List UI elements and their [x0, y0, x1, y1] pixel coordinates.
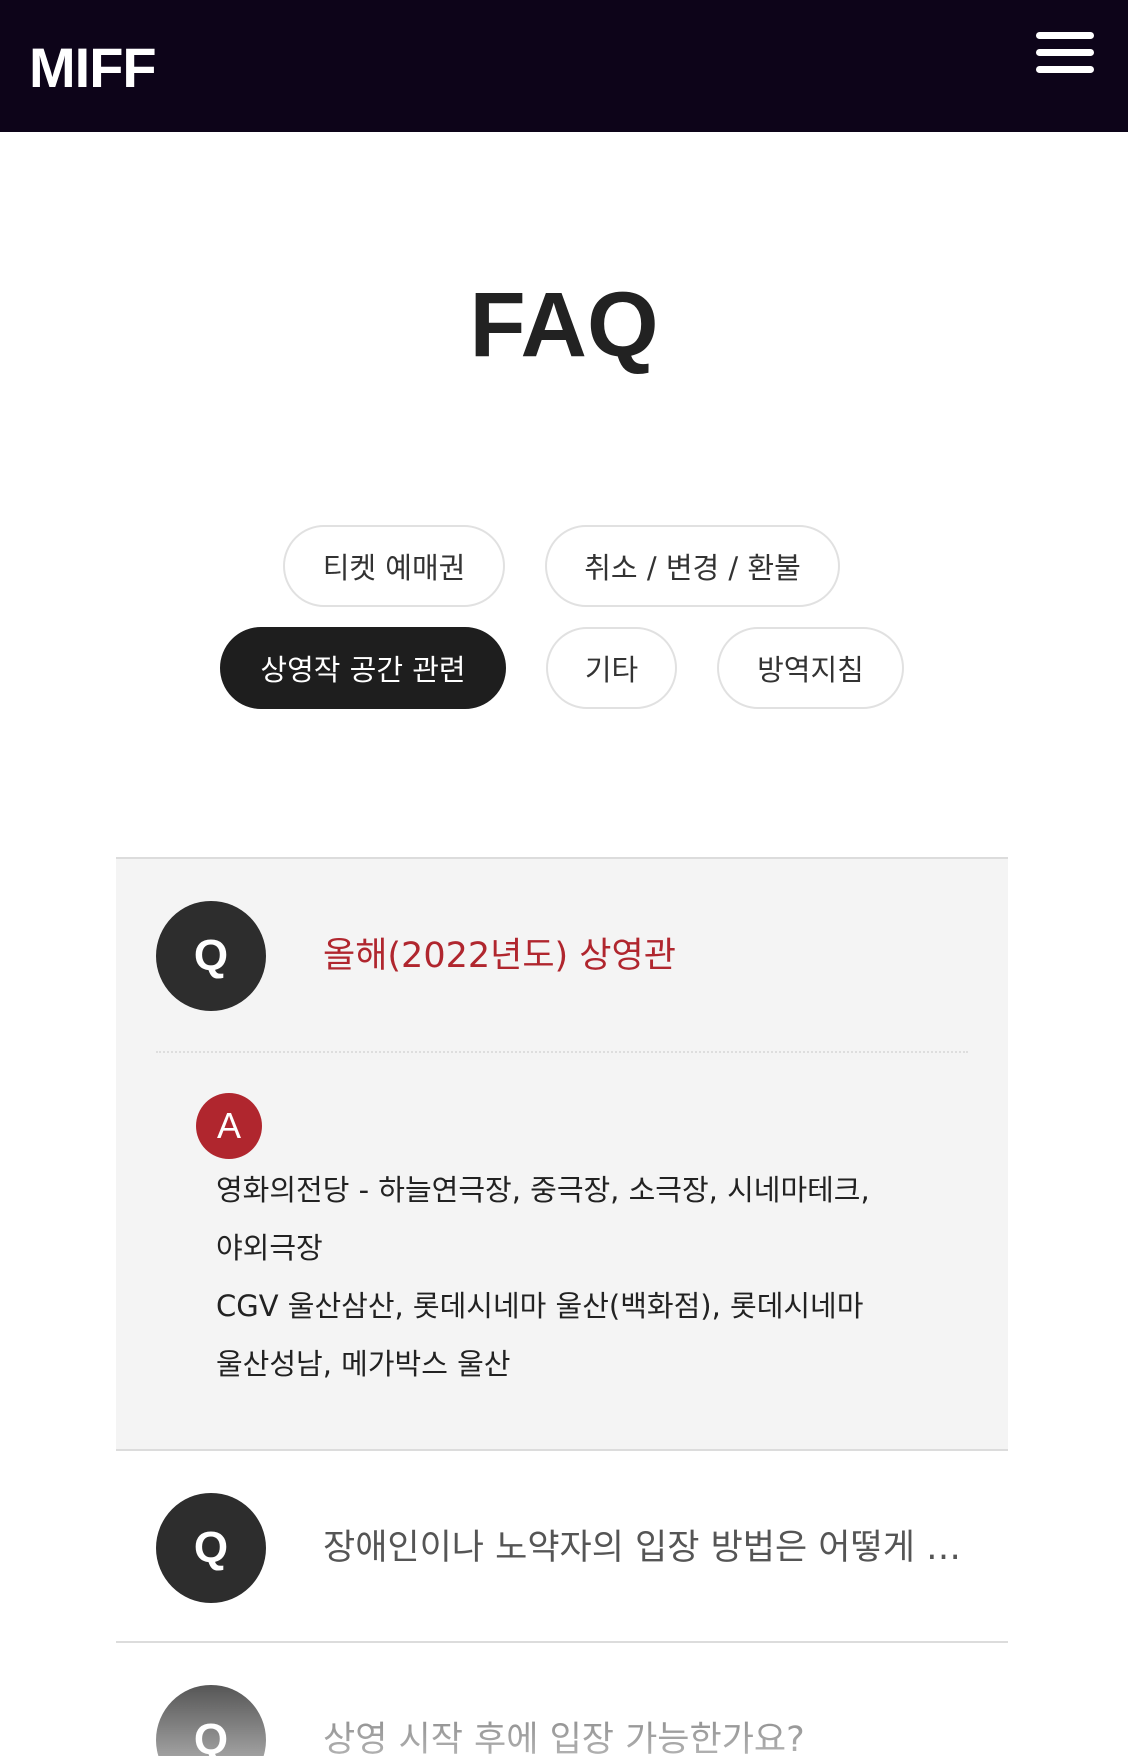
faq-question[interactable]: 장애인이나 노약자의 입장 방법은 어떻게 되나요? — [323, 1521, 983, 1575]
faq-question[interactable]: 올해(2022년도) 상영관 — [323, 929, 983, 983]
tab-cancel-change-refund[interactable]: 취소 / 변경 / 환불 — [545, 525, 840, 607]
faq-question[interactable]: 상영 시작 후에 입장 가능한가요? — [323, 1713, 983, 1756]
question-badge: Q — [156, 1685, 266, 1756]
tab-venue[interactable]: 상영작 공간 관련 — [220, 627, 506, 709]
hamburger-menu-icon[interactable] — [1034, 30, 1096, 78]
tab-ticket[interactable]: 티켓 예매권 — [283, 525, 505, 607]
question-badge: Q — [156, 1493, 266, 1603]
faq-item[interactable]: Q 장애인이나 노약자의 입장 방법은 어떻게 되나요? — [116, 1451, 1008, 1643]
menu-bar-top — [1036, 32, 1094, 39]
faq-item[interactable]: Q 상영 시작 후에 입장 가능한가요? — [116, 1643, 1008, 1756]
question-badge: Q — [156, 901, 266, 1011]
menu-bar-middle — [1036, 49, 1094, 56]
page-title: FAQ — [469, 274, 659, 376]
faq-answer: 영화의전당 - 하늘연극장, 중극장, 소극장, 시네마테크, 야외극장 CGV… — [216, 1161, 916, 1393]
tab-quarantine[interactable]: 방역지침 — [717, 627, 904, 709]
faq-list: Q 올해(2022년도) 상영관 A 영화의전당 - 하늘연극장, 중극장, 소… — [116, 857, 1008, 1756]
answer-line: 울산성남, 메가박스 울산 — [216, 1347, 511, 1381]
answer-divider — [156, 1051, 968, 1053]
menu-bar-bottom — [1036, 66, 1094, 73]
answer-line: 야외극장 — [216, 1231, 323, 1265]
answer-badge: A — [196, 1093, 262, 1159]
answer-line: 영화의전당 - 하늘연극장, 중극장, 소극장, 시네마테크, — [216, 1173, 870, 1207]
answer-line: CGV 울산삼산, 롯데시네마 울산(백화점), 롯데시네마 — [216, 1289, 864, 1323]
faq-item: Q 올해(2022년도) 상영관 A 영화의전당 - 하늘연극장, 중극장, 소… — [116, 859, 1008, 1451]
site-header: MIFF — [0, 0, 1128, 132]
site-logo[interactable]: MIFF — [29, 38, 157, 98]
tab-other[interactable]: 기타 — [546, 627, 677, 709]
